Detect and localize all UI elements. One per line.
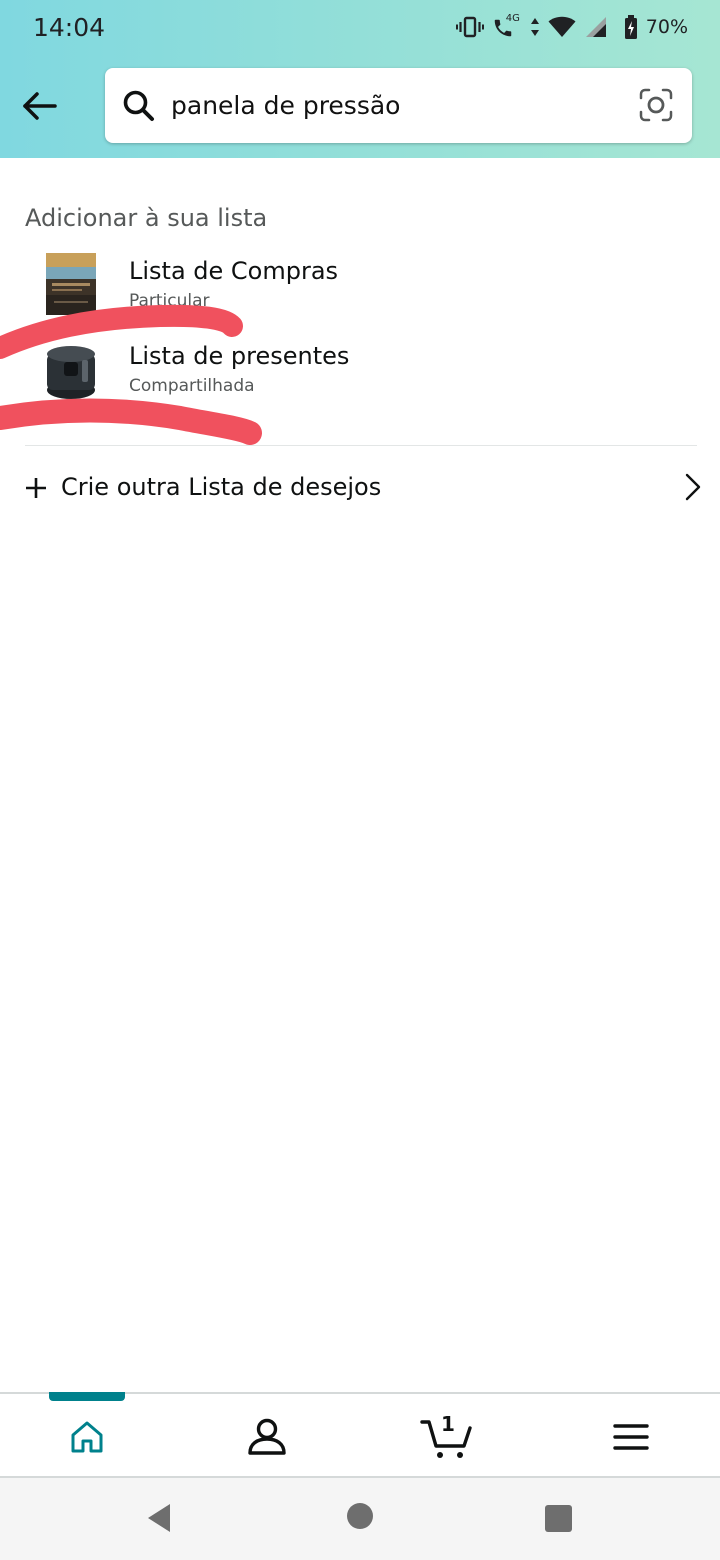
list-name: Lista de presentes: [129, 342, 350, 370]
plus-icon: [26, 478, 46, 498]
chevron-right-icon: [685, 473, 701, 501]
status-icons: 4G 70%: [455, 13, 688, 39]
list-item-compras[interactable]: Lista de Compras Particular: [0, 245, 720, 325]
status-time: 14:04: [33, 12, 106, 42]
list-privacy: Particular: [129, 291, 210, 311]
nav-home[interactable]: [57, 1412, 117, 1462]
search-icon: [123, 90, 154, 121]
wifi-icon: [548, 16, 576, 37]
back-arrow-icon: [23, 92, 57, 120]
section-title: Adicionar à sua lista: [25, 204, 268, 232]
list-privacy: Compartilhada: [129, 376, 255, 396]
call-4g-icon: 4G: [492, 13, 522, 39]
android-back-icon[interactable]: [146, 1502, 172, 1534]
nav-menu[interactable]: [601, 1412, 661, 1462]
signal-icon: [585, 17, 606, 37]
cart-count-badge: 1: [441, 1412, 455, 1436]
pressure-cooker-thumbnail-image: [47, 346, 95, 399]
create-wishlist-label: Crie outra Lista de desejos: [61, 473, 382, 501]
android-navigation-bar: [0, 1478, 720, 1560]
app-header: 14:04 4G 70%: [0, 0, 720, 158]
menu-icon: [613, 1424, 649, 1450]
camera-icon[interactable]: [638, 87, 674, 123]
network-type-label: 4G: [505, 13, 520, 24]
battery-icon: [624, 15, 637, 39]
list-name: Lista de Compras: [129, 257, 339, 285]
vibrate-icon: [455, 16, 484, 38]
divider: [25, 445, 697, 446]
home-icon: [71, 1421, 103, 1453]
android-home-icon[interactable]: [346, 1502, 374, 1530]
nav-cart[interactable]: 1: [417, 1412, 477, 1462]
back-button[interactable]: [18, 84, 60, 128]
search-input[interactable]: [171, 68, 621, 143]
search-bar[interactable]: [105, 68, 692, 143]
nav-account[interactable]: [237, 1412, 297, 1462]
create-wishlist-button[interactable]: Crie outra Lista de desejos: [0, 460, 720, 516]
list-thumbnail-image: [46, 253, 96, 315]
data-arrows-icon: [530, 18, 539, 36]
android-recents-icon[interactable]: [545, 1505, 572, 1532]
account-icon: [248, 1418, 286, 1455]
active-tab-indicator: [49, 1392, 125, 1401]
battery-percentage: 70%: [645, 16, 688, 38]
bottom-navigation: 1: [0, 1392, 720, 1478]
list-item-presentes[interactable]: Lista de presentes Compartilhada: [0, 330, 720, 410]
status-bar: 14:04 4G 70%: [0, 0, 720, 54]
